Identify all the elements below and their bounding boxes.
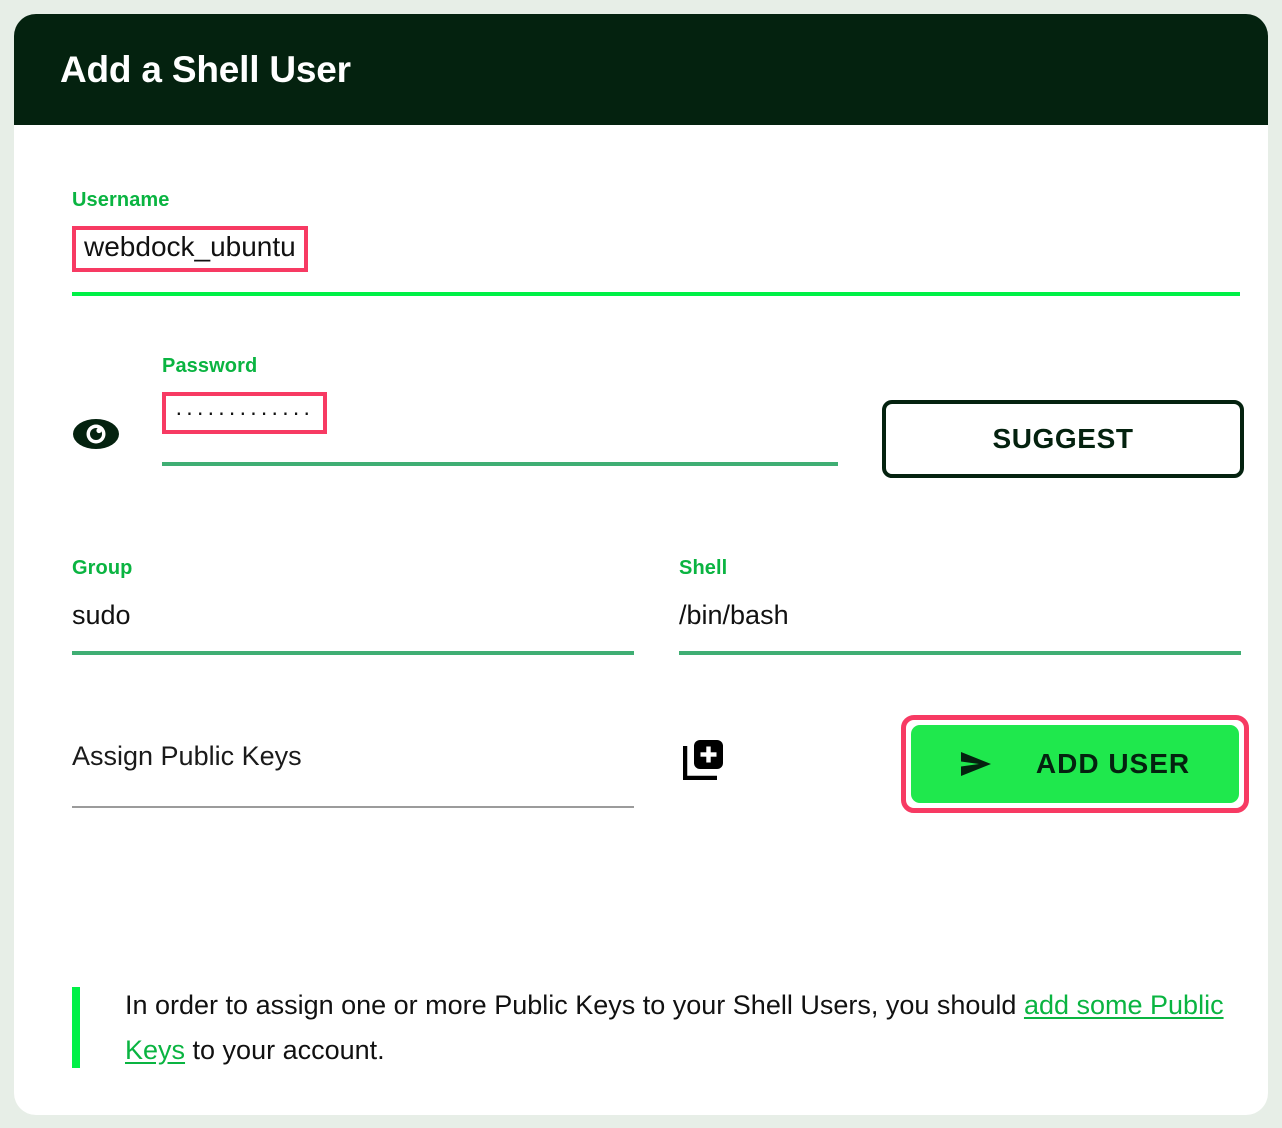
page-title: Add a Shell User [60,49,351,91]
username-underline [72,292,1240,296]
add-user-highlight: ADD USER [901,715,1249,813]
add-user-button[interactable]: ADD USER [911,725,1239,803]
password-label: Password [162,355,838,378]
send-icon [960,750,994,778]
username-field-group: Username webdock_ubuntu [72,189,1240,296]
shell-underline [679,651,1241,655]
shell-select[interactable]: /bin/bash [679,602,1241,629]
username-input-highlight: webdock_ubuntu [72,226,308,272]
username-input[interactable]: webdock_ubuntu [84,233,296,261]
assign-public-keys-row: Assign Public Keys [72,715,1242,835]
info-note: In order to assign one or more Public Ke… [72,983,1232,1072]
shell-label: Shell [679,557,1241,580]
assign-public-keys-input[interactable]: Assign Public Keys [72,743,634,770]
password-input[interactable]: ············· [175,400,314,424]
assign-public-keys-underline [72,806,634,808]
group-underline [72,651,634,655]
group-select[interactable]: sudo [72,602,634,629]
password-row: Password ············· SUGGEST [72,355,1240,475]
group-field-group: Group sudo [72,557,634,655]
note-accent-bar [72,987,80,1068]
eye-icon[interactable] [72,417,120,451]
password-input-highlight: ············· [162,392,327,434]
note-text-before: In order to assign one or more Public Ke… [125,990,1024,1020]
username-label: Username [72,189,1240,212]
shell-field-group: Shell /bin/bash [679,557,1241,655]
password-field-group: Password ············· [162,355,838,466]
suggest-button[interactable]: SUGGEST [882,400,1244,478]
add-shell-user-card: Add a Shell User Username webdock_ubuntu [14,14,1268,1115]
card-header: Add a Shell User [14,14,1268,125]
note-text-after: to your account. [185,1035,385,1065]
assign-public-keys-field-group: Assign Public Keys [72,743,634,808]
password-underline [162,462,838,466]
note-text: In order to assign one or more Public Ke… [80,983,1232,1072]
group-label: Group [72,557,634,580]
add-user-label: ADD USER [1036,748,1190,780]
library-add-icon[interactable] [683,738,725,780]
